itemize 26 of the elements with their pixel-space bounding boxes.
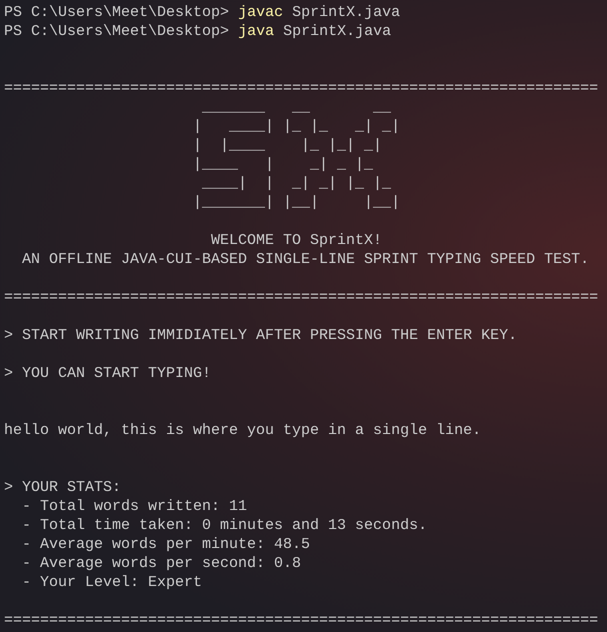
output-line: > YOUR STATS: — [4, 479, 122, 496]
ascii-art-line: | ____| |_ |_ _| _| — [192, 118, 400, 135]
separator-line: ================================================================== — [4, 80, 598, 97]
command-argument: SprintX.java — [292, 4, 400, 21]
command-argument: SprintX.java — [283, 23, 392, 40]
typed-text: hello world, this is where you type in a single line. — [4, 422, 482, 439]
command-text: javac — [238, 4, 284, 21]
ascii-art-line: |____ | _| _ |_ — [192, 156, 374, 173]
ascii-art-line: _______ __ __ — [201, 99, 392, 116]
prompt-text: PS C:\Users\Meet\Desktop> — [4, 4, 230, 21]
output-line: - Average words per minute: 48.5 — [21, 536, 310, 553]
output-line: > START WRITING IMMIDIATELY AFTER PRESSING THE ENTER KEY. — [4, 327, 518, 344]
ascii-art-line: | |____ |_ |_| _| — [192, 137, 382, 154]
ascii-art-line: |_______| |__| |__| — [192, 194, 400, 211]
output-line: - Average words per second: 0.8 — [21, 555, 302, 572]
output-line: WELCOME TO SprintX! — [210, 232, 382, 249]
output-line: AN OFFLINE JAVA-CUI-BASED SINGLE-LINE SPRINT TYPING SPEED TEST. — [21, 251, 590, 268]
output-line: - Total time taken: 0 minutes and 13 seconds. — [21, 517, 428, 534]
separator-line: ================================================================== — [4, 612, 598, 629]
ascii-art-line: ____| | _| _| |_ |_ — [201, 175, 392, 192]
command-text: java — [238, 23, 274, 40]
prompt-text: PS C:\Users\Meet\Desktop> — [4, 23, 230, 40]
output-line: - Total words written: 11 — [21, 498, 248, 515]
separator-line: ================================================================== — [4, 289, 598, 306]
output-line: - Your Level: Expert — [21, 574, 202, 591]
output-line: > YOU CAN START TYPING! — [4, 365, 212, 382]
